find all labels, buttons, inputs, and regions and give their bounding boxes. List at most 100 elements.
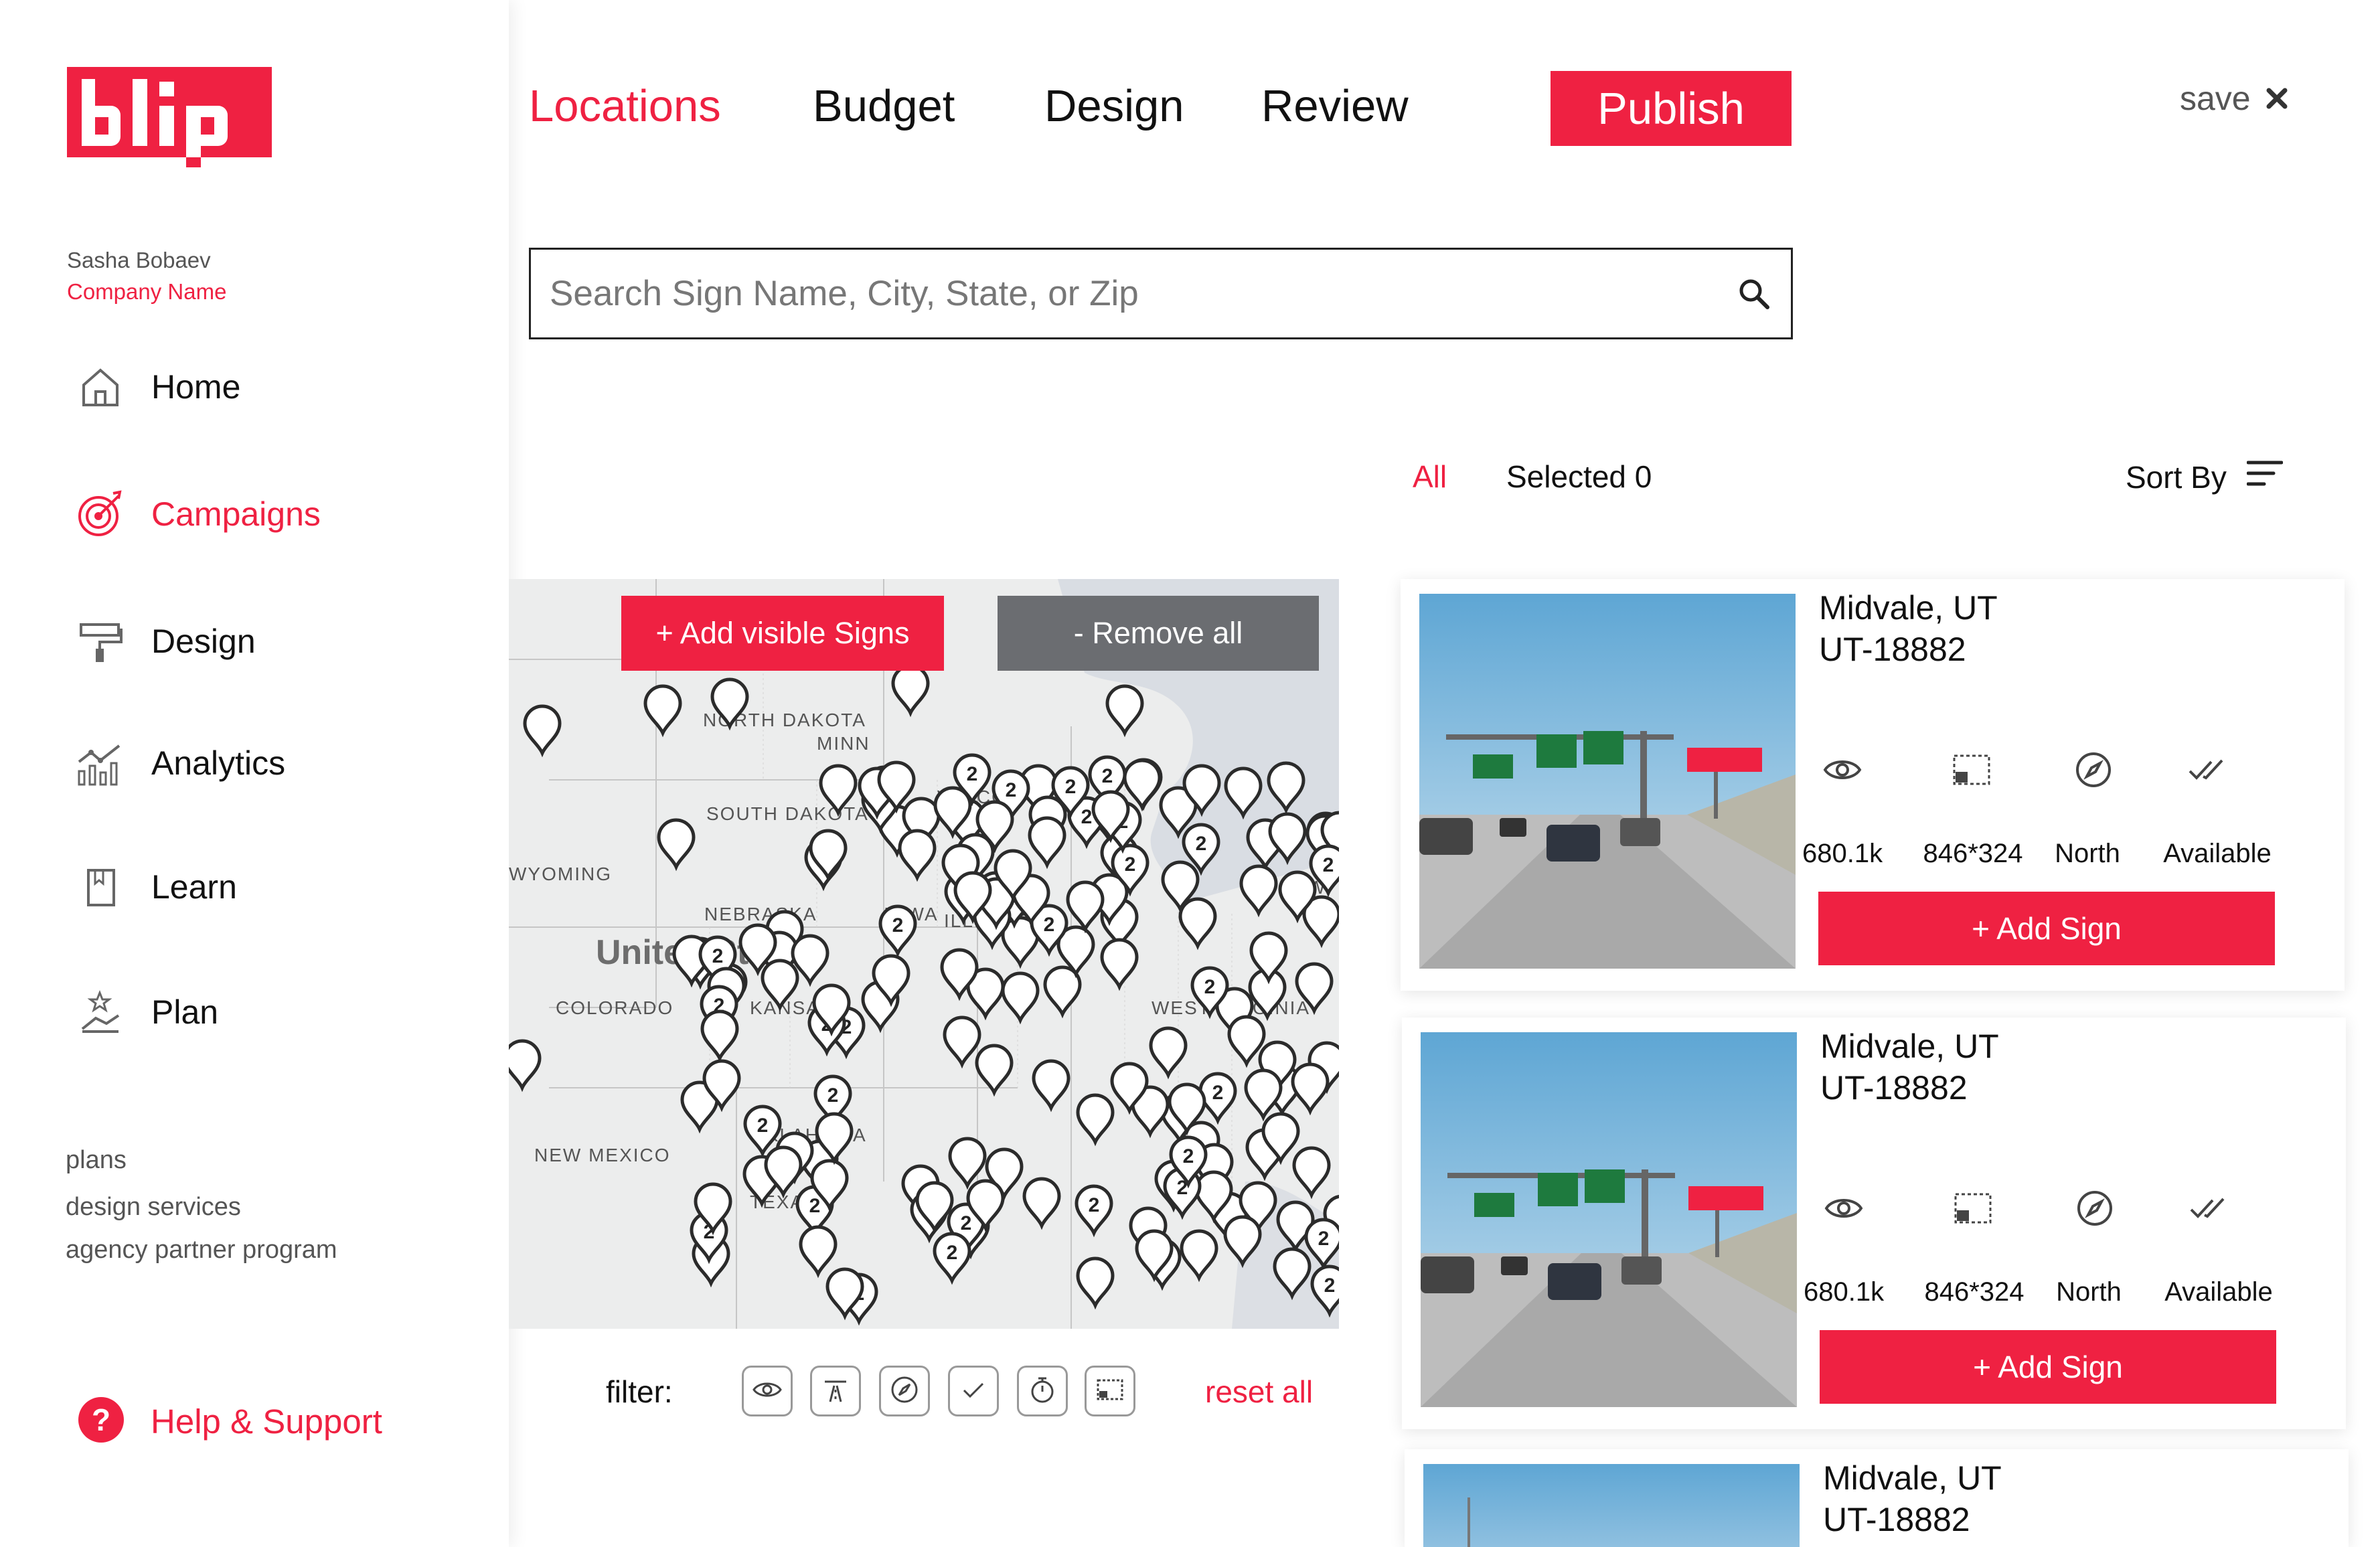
sign-card[interactable]: Midvale, UT UT-18882 680.1k 846*324 Nort… xyxy=(1402,1017,2346,1429)
dimension-icon xyxy=(1948,750,1995,790)
filter-views-button[interactable] xyxy=(742,1366,793,1416)
check-icon xyxy=(960,1378,987,1404)
sign-city: Midvale, UT xyxy=(1819,589,1998,627)
help-support-link[interactable]: ? Help & Support xyxy=(77,1396,382,1447)
filter-all[interactable]: All xyxy=(1413,459,1447,495)
filter-available-button[interactable] xyxy=(948,1366,999,1416)
sign-id: UT-18882 xyxy=(1819,631,1966,668)
map-cluster-count: 2 xyxy=(1102,765,1113,787)
map-cluster-count: 2 xyxy=(827,1084,839,1107)
filter-road-button[interactable] xyxy=(810,1366,861,1416)
sign-id: UT-18882 xyxy=(1820,1069,1968,1107)
map-cluster-count: 2 xyxy=(961,1212,972,1234)
add-sign-button[interactable]: + Add Sign xyxy=(1818,892,2275,965)
sidebar-item-analytics[interactable]: Analytics xyxy=(74,736,285,790)
home-icon xyxy=(74,360,127,414)
road-icon xyxy=(821,1376,850,1406)
sort-by-button[interactable]: Sort By xyxy=(2126,459,2284,495)
map-state-label: NEW MEXICO xyxy=(534,1145,671,1165)
sign-title: Midvale, UT UT-18882 xyxy=(1819,587,1998,670)
map-state-label: SOUTH DAKOTA xyxy=(706,803,869,824)
link-design-services[interactable]: design services xyxy=(66,1193,241,1222)
map-cluster-count: 2 xyxy=(892,914,904,937)
map-cluster-count: 2 xyxy=(1081,806,1093,828)
views-value: 680.1k xyxy=(1802,839,1883,868)
save-label: save xyxy=(2180,80,2251,117)
save-button[interactable]: save xyxy=(2180,79,2288,118)
sidebar-item-learn[interactable]: Learn xyxy=(74,860,237,914)
svg-text:?: ? xyxy=(92,1402,110,1437)
compass-icon xyxy=(2071,1188,2118,1228)
analytics-icon xyxy=(74,736,127,790)
filter-selected[interactable]: Selected 0 xyxy=(1506,459,1652,495)
search-icon[interactable] xyxy=(1717,276,1791,311)
map-cluster-count: 2 xyxy=(1044,914,1055,936)
size-value: 846*324 xyxy=(1924,1277,2025,1307)
filter-direction-button[interactable] xyxy=(879,1366,930,1416)
sidebar-item-label: Design xyxy=(151,623,256,660)
tab-review[interactable]: Review xyxy=(1261,80,1409,132)
map-cluster-count: 2 xyxy=(947,1242,958,1264)
sidebar-item-plan[interactable]: Plan xyxy=(74,985,218,1039)
link-plans[interactable]: plans xyxy=(66,1146,127,1175)
link-agency-partner-program[interactable]: agency partner program xyxy=(66,1236,337,1265)
map-state-label: COLORADO xyxy=(556,997,673,1018)
sign-card[interactable]: Midvale, UT UT-18882 xyxy=(1405,1449,2349,1547)
views-value: 680.1k xyxy=(1804,1277,1885,1307)
help-label: Help & Support xyxy=(151,1402,382,1441)
help-icon: ? xyxy=(77,1396,125,1447)
tab-design[interactable]: Design xyxy=(1044,80,1184,132)
search-input[interactable] xyxy=(531,250,1717,337)
close-icon xyxy=(2266,79,2288,118)
sidebar-item-campaigns[interactable]: Campaigns xyxy=(74,487,321,541)
map-cluster-count: 2 xyxy=(757,1115,769,1137)
filter-dimension-button[interactable] xyxy=(1085,1366,1135,1416)
remove-all-button[interactable]: - Remove all xyxy=(998,596,1319,671)
search-bar xyxy=(529,248,1793,339)
map-cluster-count: 2 xyxy=(1125,853,1136,876)
filter-timer-button[interactable] xyxy=(1017,1366,1068,1416)
blip-logo[interactable] xyxy=(67,67,272,167)
map-cluster-count: 2 xyxy=(1323,854,1334,876)
reset-all-button[interactable]: reset all xyxy=(1205,1374,1313,1410)
add-sign-button[interactable]: + Add Sign xyxy=(1820,1330,2276,1404)
map-cluster-count: 2 xyxy=(1212,1082,1224,1104)
tab-budget[interactable]: Budget xyxy=(813,80,955,132)
sidebar-item-label: Learn xyxy=(151,868,237,906)
sort-icon xyxy=(2246,459,2284,495)
sidebar-item-label: Plan xyxy=(151,993,219,1031)
publish-button[interactable]: Publish xyxy=(1551,71,1792,146)
book-icon xyxy=(74,860,127,914)
tab-locations[interactable]: Locations xyxy=(529,80,721,132)
facing-value: North xyxy=(2056,1277,2122,1307)
timer-icon xyxy=(1029,1375,1056,1408)
map-cluster-count: 2 xyxy=(1183,1145,1194,1167)
facing-value: North xyxy=(2055,839,2120,868)
plan-icon xyxy=(74,985,127,1039)
eye-icon xyxy=(1819,750,1866,790)
sign-city: Midvale, UT xyxy=(1820,1028,1999,1065)
map-cluster-count: 2 xyxy=(1318,1228,1330,1250)
sign-city: Midvale, UT xyxy=(1823,1459,2002,1497)
sign-map[interactable]: NORTH DAKOTASOUTH DAKOTANEBRASKAIOWAWYOM… xyxy=(509,579,1339,1329)
sign-title: Midvale, UT UT-18882 xyxy=(1823,1457,2002,1540)
company-name[interactable]: Company Name xyxy=(67,279,226,305)
double-check-icon xyxy=(2185,750,2232,790)
map-cluster-count: 2 xyxy=(1324,1275,1336,1297)
sidebar-item-home[interactable]: Home xyxy=(74,360,240,414)
map-cluster-count: 2 xyxy=(1204,976,1216,998)
sign-photo xyxy=(1423,1464,1800,1547)
sign-photo xyxy=(1421,1032,1797,1407)
map-canvas[interactable]: NORTH DAKOTASOUTH DAKOTANEBRASKAIOWAWYOM… xyxy=(509,579,1339,1329)
size-value: 846*324 xyxy=(1923,839,2023,868)
dimension-icon xyxy=(1950,1188,1996,1228)
add-visible-signs-button[interactable]: + Add visible Signs xyxy=(621,596,944,671)
sign-id: UT-18882 xyxy=(1823,1501,1970,1538)
target-icon xyxy=(74,487,127,541)
sidebar-item-design[interactable]: Design xyxy=(74,615,256,668)
sign-card[interactable]: Midvale, UT UT-18882 680.1k 846*324 Nort… xyxy=(1401,579,2345,991)
eye-icon xyxy=(752,1380,782,1403)
map-cluster-count: 2 xyxy=(1196,833,1207,855)
user-name: Sasha Bobaev xyxy=(67,248,211,272)
eye-icon xyxy=(1820,1188,1867,1228)
